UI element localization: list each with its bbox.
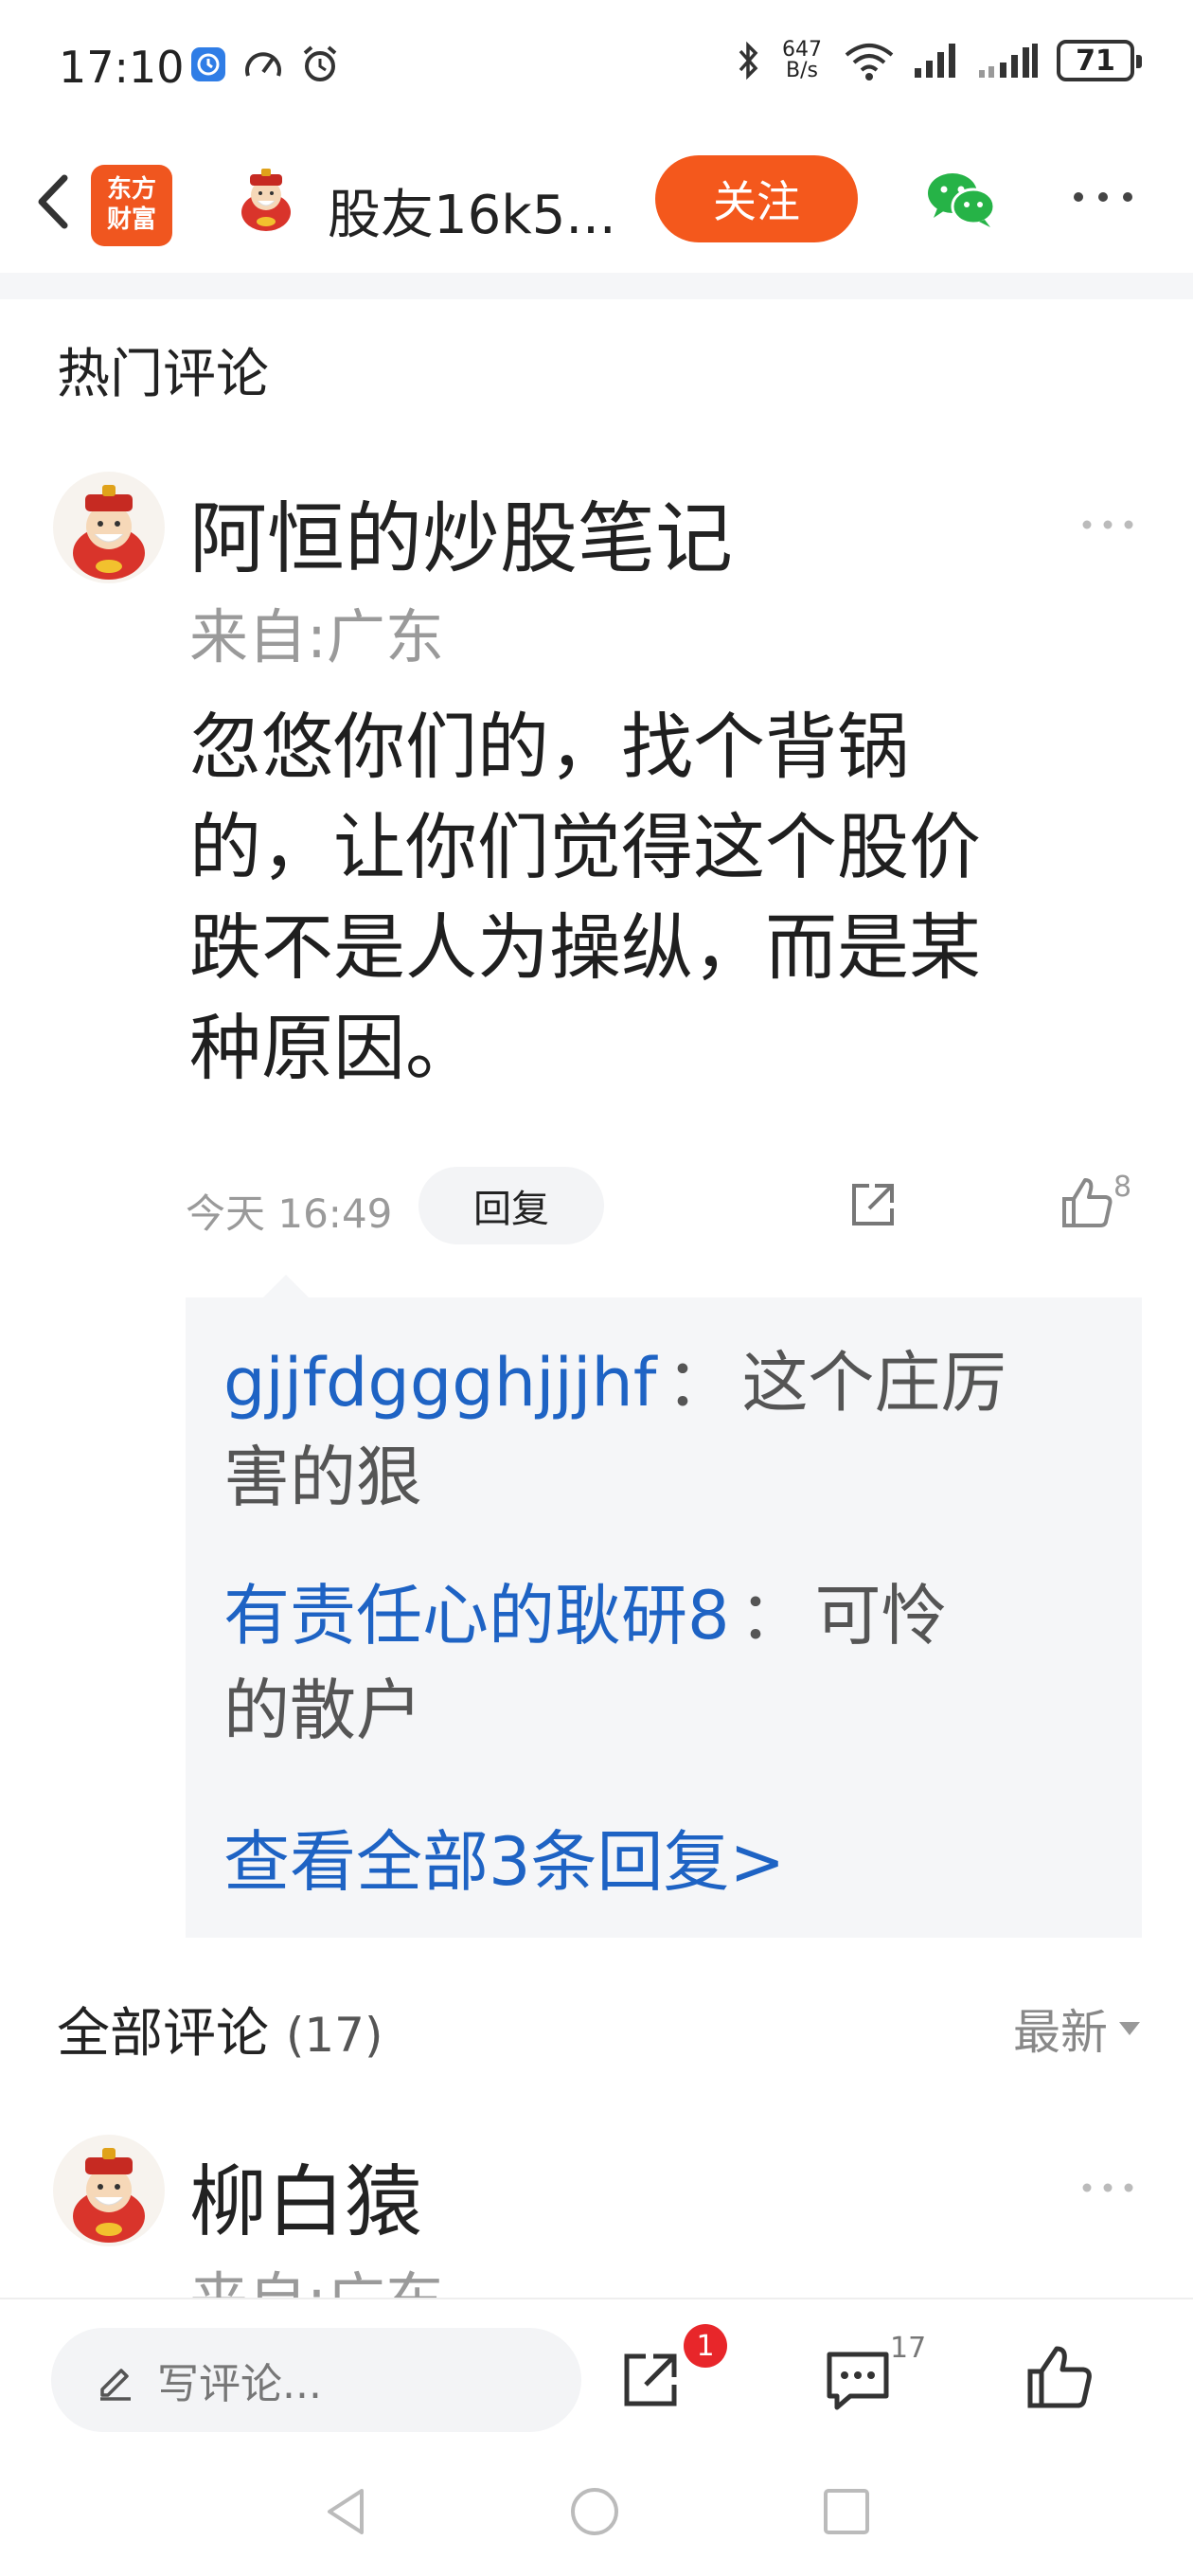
reply-author[interactable]: gjjfdggghjjjhf [223,1344,656,1422]
reply-item[interactable]: 有责任心的耿研8：可怜 的散户 [223,1568,1123,1758]
author-avatar[interactable] [233,167,299,233]
comment-input-placeholder: 写评论... [157,2360,322,2408]
alarm-icon [303,45,337,81]
reply-text: 这个庄厉 [741,1344,1007,1422]
status-bar: 17:10 647 B/s 71 [0,0,1193,133]
signal-icon [915,44,955,78]
comment-line: 的，让你们觉得这个股价 [189,805,981,889]
reply-box: gjjfdggghjjjhf：这个庄厉 害的狠 有责任心的耿研8：可怜 的散户 … [186,1297,1142,1938]
comment-time: 今天 16:49 [186,1190,393,1237]
hot-comments-title: 热门评论 [57,344,269,405]
net-speed-unit: B/s [786,59,818,82]
battery-icon: 71 [1057,40,1142,81]
author-name[interactable]: 股友16k5... [328,172,616,249]
follow-button[interactable]: 关注 [655,155,858,242]
reply-item[interactable]: gjjfdggghjjjhf：这个庄厉 害的狠 [223,1335,1123,1525]
comment-icon[interactable] [822,2347,894,2413]
comment-more-icon[interactable] [1079,515,1136,534]
like-icon[interactable] [1059,1174,1115,1231]
comment-location: 来自:广东 [189,602,444,671]
system-nav-bar [0,2443,1193,2576]
page: 17:10 647 B/s 71 东方 财富 股友16k5... 关注 热门评论… [0,0,1193,2576]
comment-more-icon[interactable] [1079,2178,1136,2197]
battery-level: 71 [1076,44,1115,78]
speedometer-icon [245,52,281,77]
comment-user[interactable]: 柳白猿 [189,2138,422,2251]
comment-line: 跌不是人为操纵，而是某 [189,905,981,990]
clock-app-icon [191,47,225,81]
comment-line: 种原因。 [189,1006,477,1090]
reply-separator: ： [739,1577,806,1655]
logo-line2: 财富 [106,206,156,234]
share-icon[interactable] [617,2347,684,2413]
reply-text: 可怜 [814,1577,948,1655]
like-count: 8 [1113,1171,1132,1204]
nav-bar: 东方 财富 股友16k5... 关注 [0,133,1193,275]
all-comments-title: 全部评论 [57,2003,269,2065]
nav-recents-icon[interactable] [820,2485,873,2542]
bottom-action-bar: 写评论... 1 17 [0,2298,1193,2443]
comment-avatar[interactable] [53,472,165,583]
chevron-down-icon [1119,2022,1140,2035]
comment-input[interactable]: 写评论... [51,2328,581,2432]
status-time: 17:10 [59,42,185,93]
nav-back-icon[interactable] [320,2485,373,2542]
bluetooth-icon [739,41,758,80]
more-icon[interactable] [1070,178,1136,216]
app-logo[interactable]: 东方 财富 [91,165,172,246]
reply-author[interactable]: 有责任心的耿研8 [223,1577,730,1655]
back-icon[interactable] [23,159,89,244]
comment-avatar[interactable] [53,2135,165,2246]
net-speed: 647 B/s [778,40,826,81]
all-comments-count: (17) [285,2008,383,2063]
share-icon[interactable] [846,1178,899,1231]
reply-box-notch [263,1275,309,1297]
divider [0,273,1193,299]
reply-separator: ： [666,1344,733,1422]
pencil-icon [100,2369,131,2401]
signal-icon-2 [979,44,1038,78]
view-all-replies-link[interactable]: 查看全部3条回复> [223,1809,785,1905]
all-comments-header: 全部评论 (17) [57,1991,383,2067]
net-speed-value: 647 [782,38,822,62]
like-icon[interactable] [1023,2341,1095,2413]
logo-line1: 东方 [106,175,156,204]
wifi-icon [845,44,894,80]
comment-line: 忽悠你们的，找个背锅 [189,705,909,789]
status-icons-left [189,44,341,85]
share-badge: 1 [684,2324,727,2368]
comment-body: 忽悠你们的，找个背锅 的，让你们觉得这个股价 跌不是人为操纵，而是某 种原因。 [189,697,1117,1099]
comment-count: 17 [890,2332,927,2365]
nav-home-icon[interactable] [568,2485,621,2542]
status-right: 647 B/s 71 [737,40,1142,81]
sort-dropdown[interactable]: 最新 [1013,1995,1140,2063]
reply-button[interactable]: 回复 [418,1167,604,1244]
reply-text: 害的狠 [223,1439,422,1516]
comment-user[interactable]: 阿恒的炒股笔记 [189,475,733,588]
wechat-icon[interactable] [924,167,1000,233]
reply-text: 的散户 [223,1672,422,1749]
sort-label: 最新 [1013,2005,1108,2060]
